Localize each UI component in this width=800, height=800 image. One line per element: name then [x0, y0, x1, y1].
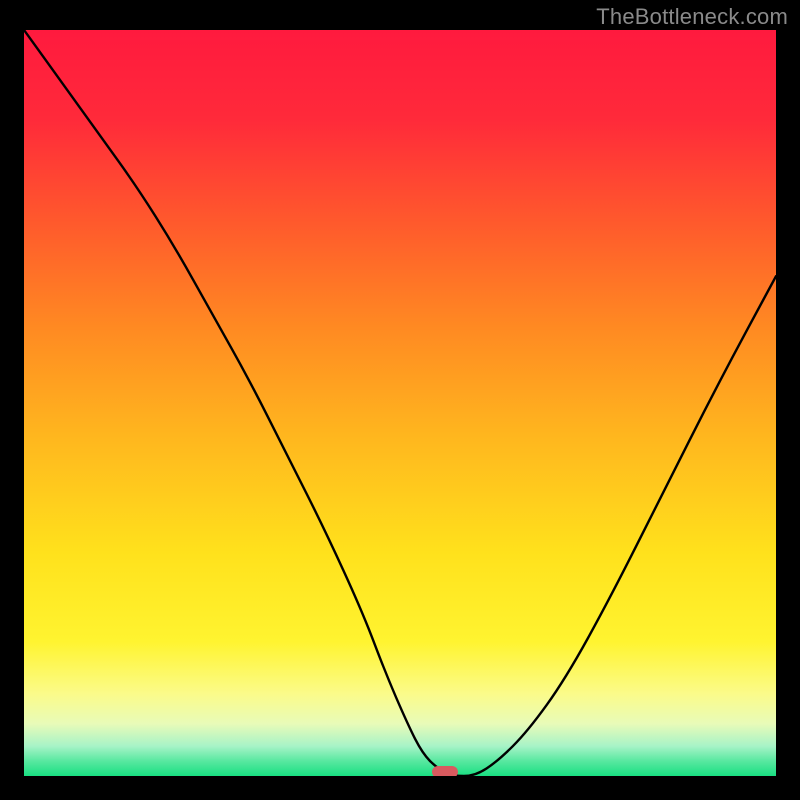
optimal-point-marker — [432, 766, 458, 776]
chart-frame: TheBottleneck.com — [0, 0, 800, 800]
plot-area — [24, 30, 776, 776]
watermark-text: TheBottleneck.com — [596, 4, 788, 30]
bottleneck-curve — [24, 30, 776, 776]
curve-path — [24, 30, 776, 776]
